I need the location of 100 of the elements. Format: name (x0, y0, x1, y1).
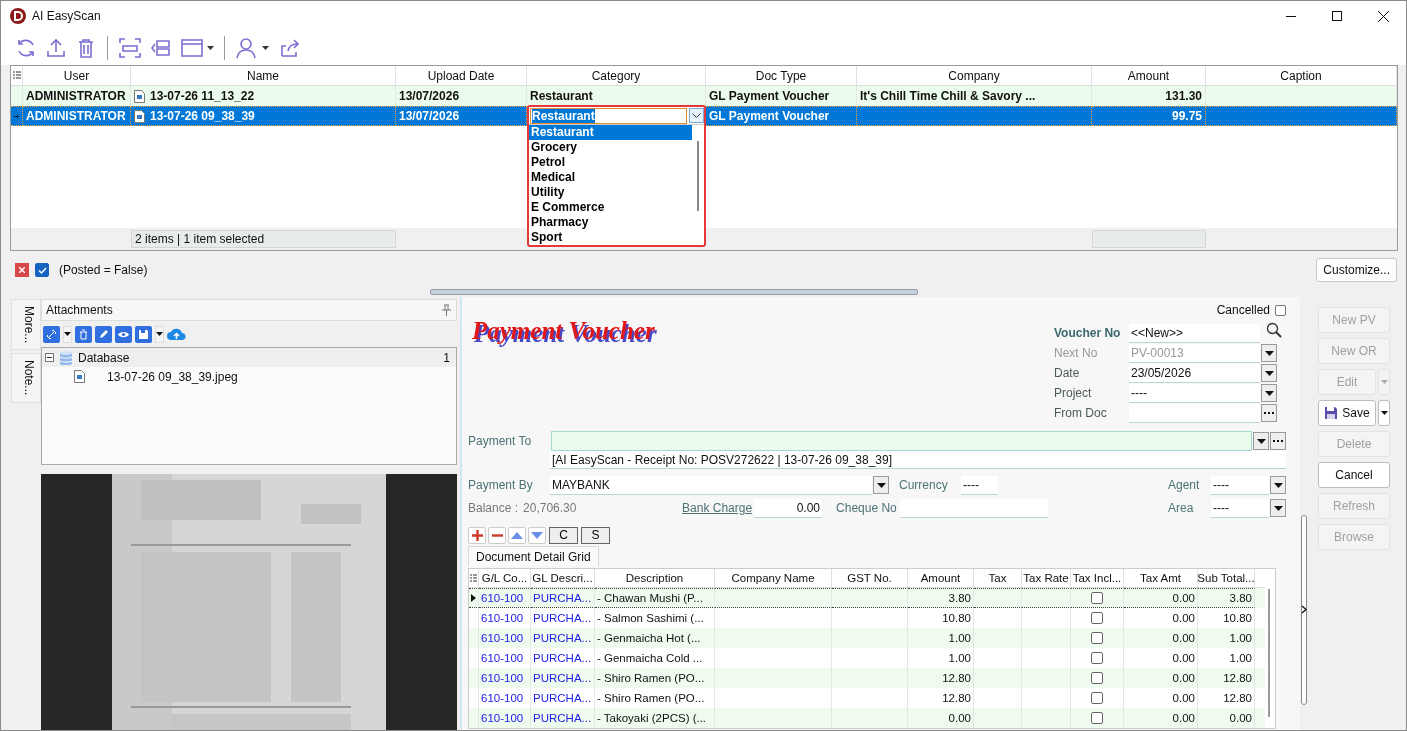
dropdown-button[interactable] (873, 476, 889, 494)
side-tab[interactable]: More... (11, 299, 41, 351)
collapse-icon[interactable] (45, 353, 54, 362)
ellipsis-button[interactable] (1261, 404, 1277, 422)
column-header[interactable]: GST No. (832, 569, 908, 587)
tree-item[interactable]: 13-07-26 09_38_39.jpeg (107, 369, 238, 384)
dropdown-option[interactable]: Utility (529, 185, 692, 200)
grid-tab[interactable]: Document Detail Grid (468, 546, 599, 566)
eye-icon[interactable] (115, 325, 132, 343)
splitter-handle[interactable] (429, 289, 918, 295)
column-chooser-icon[interactable] (12, 71, 21, 80)
dropdown-option[interactable]: Grocery (529, 140, 692, 155)
input-field[interactable]: ---- (1129, 383, 1260, 403)
tax-inclusive-checkbox[interactable] (1091, 692, 1103, 704)
customize-button[interactable]: Customize... (1316, 258, 1397, 282)
action-button[interactable]: Save (1318, 400, 1376, 426)
column-header[interactable]: Amount (1092, 66, 1206, 85)
tax-inclusive-checkbox[interactable] (1091, 652, 1103, 664)
payment-by-field[interactable]: MAYBANK (550, 475, 872, 495)
column-header[interactable]: Category (527, 66, 706, 85)
layout-icon[interactable] (150, 37, 172, 59)
column-header[interactable]: Name (131, 66, 396, 85)
add-icon[interactable] (468, 526, 486, 544)
category-editor[interactable]: Restaurant (530, 107, 687, 124)
grid-button[interactable]: C (549, 526, 578, 544)
side-tab[interactable]: Note... (11, 353, 41, 403)
detail-row[interactable]: 610-100 PURCHA... - Chawan Mushi (P... 3.80 0.00 3.80 (469, 588, 1265, 608)
dropdown-button[interactable] (1270, 476, 1286, 494)
search-icon[interactable] (1266, 322, 1282, 338)
memo-field[interactable]: [AI EasyScan - Receipt No: POSV272622 | 13-07-26 09_38_39] (550, 451, 1286, 469)
cancelled-checkbox[interactable] (1275, 304, 1286, 316)
action-button[interactable]: Cancel (1318, 462, 1390, 488)
column-header[interactable]: Caption (1206, 66, 1397, 85)
dropdown-option[interactable]: Restaurant (529, 125, 692, 140)
input-field[interactable]: 23/05/2026 (1129, 363, 1260, 383)
bank-charge-field[interactable]: 0.00 (754, 498, 823, 518)
dropdown-button[interactable] (1378, 400, 1390, 426)
column-header[interactable]: G/L Co... (479, 569, 531, 587)
column-header[interactable]: Tax Incl... (1071, 569, 1124, 587)
bank-charge-link[interactable]: Bank Charge (682, 501, 755, 515)
grid-button[interactable]: S (581, 526, 610, 544)
dropdown-option[interactable]: Petrol (529, 155, 692, 170)
dropdown-option[interactable]: Sport (529, 230, 692, 245)
pin-icon[interactable] (441, 304, 452, 316)
cloud-upload-icon[interactable] (167, 326, 186, 342)
clear-filter-icon[interactable] (15, 263, 29, 277)
column-header[interactable]: Sub Total... (1198, 569, 1255, 587)
tree-item[interactable]: Database (78, 350, 130, 365)
currency-field[interactable]: ---- (961, 475, 998, 495)
category-dropdown[interactable]: Restaurant Restaurant Grocery Petrol Medical Utility E Commerce Pharmacy Sport (527, 105, 706, 247)
save-icon[interactable] (135, 325, 152, 343)
move-up-icon[interactable] (508, 526, 526, 544)
dropdown-option[interactable]: E Commerce (529, 200, 692, 215)
pencil-icon[interactable] (95, 325, 112, 343)
column-header[interactable]: Company Name (715, 569, 832, 587)
dropdown-button[interactable] (689, 108, 704, 123)
dropdown-option[interactable]: Medical (529, 170, 692, 185)
column-header[interactable]: Amount (908, 569, 974, 587)
tax-inclusive-checkbox[interactable] (1091, 592, 1103, 604)
dropdown-button[interactable] (1270, 499, 1286, 517)
input-field[interactable]: <<New>> (1129, 323, 1260, 343)
tax-inclusive-checkbox[interactable] (1091, 712, 1103, 724)
user-icon[interactable] (235, 37, 271, 59)
column-header[interactable]: Description (595, 569, 715, 587)
dropdown-button[interactable] (1261, 364, 1277, 382)
column-header[interactable]: GL Descri... (531, 569, 595, 587)
column-header[interactable]: User (23, 66, 131, 85)
column-header[interactable]: Upload Date (396, 66, 527, 85)
agent-field[interactable]: ---- (1211, 475, 1269, 495)
scrollbar[interactable] (697, 141, 699, 211)
column-chooser-icon[interactable] (470, 573, 477, 583)
dropdown-button[interactable] (1261, 344, 1277, 362)
tax-inclusive-checkbox[interactable] (1091, 632, 1103, 644)
column-header[interactable]: Doc Type (706, 66, 857, 85)
record-row[interactable]: ADMINISTRATOR 13-07-26 11_13_22 13/07/2026 Restaurant GL Payment Voucher It's Chill Time Chill & Savory ... 131.30 (11, 86, 1397, 106)
link-icon[interactable] (43, 325, 60, 343)
payment-to-field[interactable] (551, 431, 1252, 451)
share-icon[interactable] (279, 37, 301, 59)
scrollbar[interactable] (1301, 515, 1307, 705)
column-header[interactable]: Tax (974, 569, 1022, 587)
refresh-icon[interactable] (15, 37, 37, 59)
cheque-no-field[interactable] (900, 498, 1049, 518)
column-header[interactable]: Tax Rate (1022, 569, 1071, 587)
ellipsis-button[interactable] (1270, 432, 1286, 450)
detail-row[interactable]: 610-100 PURCHA... - Genmaicha Hot (... 1.00 0.00 1.00 (469, 628, 1265, 648)
remove-icon[interactable] (488, 526, 506, 544)
window-icon[interactable] (180, 37, 214, 59)
upload-icon[interactable] (45, 37, 67, 59)
column-header[interactable]: Tax Amt (1124, 569, 1198, 587)
column-header[interactable]: Company (857, 66, 1092, 85)
area-field[interactable]: ---- (1211, 498, 1269, 518)
tax-inclusive-checkbox[interactable] (1091, 612, 1103, 624)
move-down-icon[interactable] (528, 526, 546, 544)
detail-row[interactable]: 610-100 PURCHA... - Takoyaki (2PCS) (... 0.00 0.00 0.00 (469, 708, 1265, 728)
dropdown-option[interactable]: Pharmacy (529, 215, 692, 230)
filter-checkbox[interactable] (35, 263, 49, 277)
dropdown-button[interactable] (1261, 384, 1277, 402)
dropdown-button[interactable] (1253, 432, 1269, 450)
input-field[interactable] (1129, 403, 1260, 423)
trash-icon[interactable] (75, 325, 92, 343)
